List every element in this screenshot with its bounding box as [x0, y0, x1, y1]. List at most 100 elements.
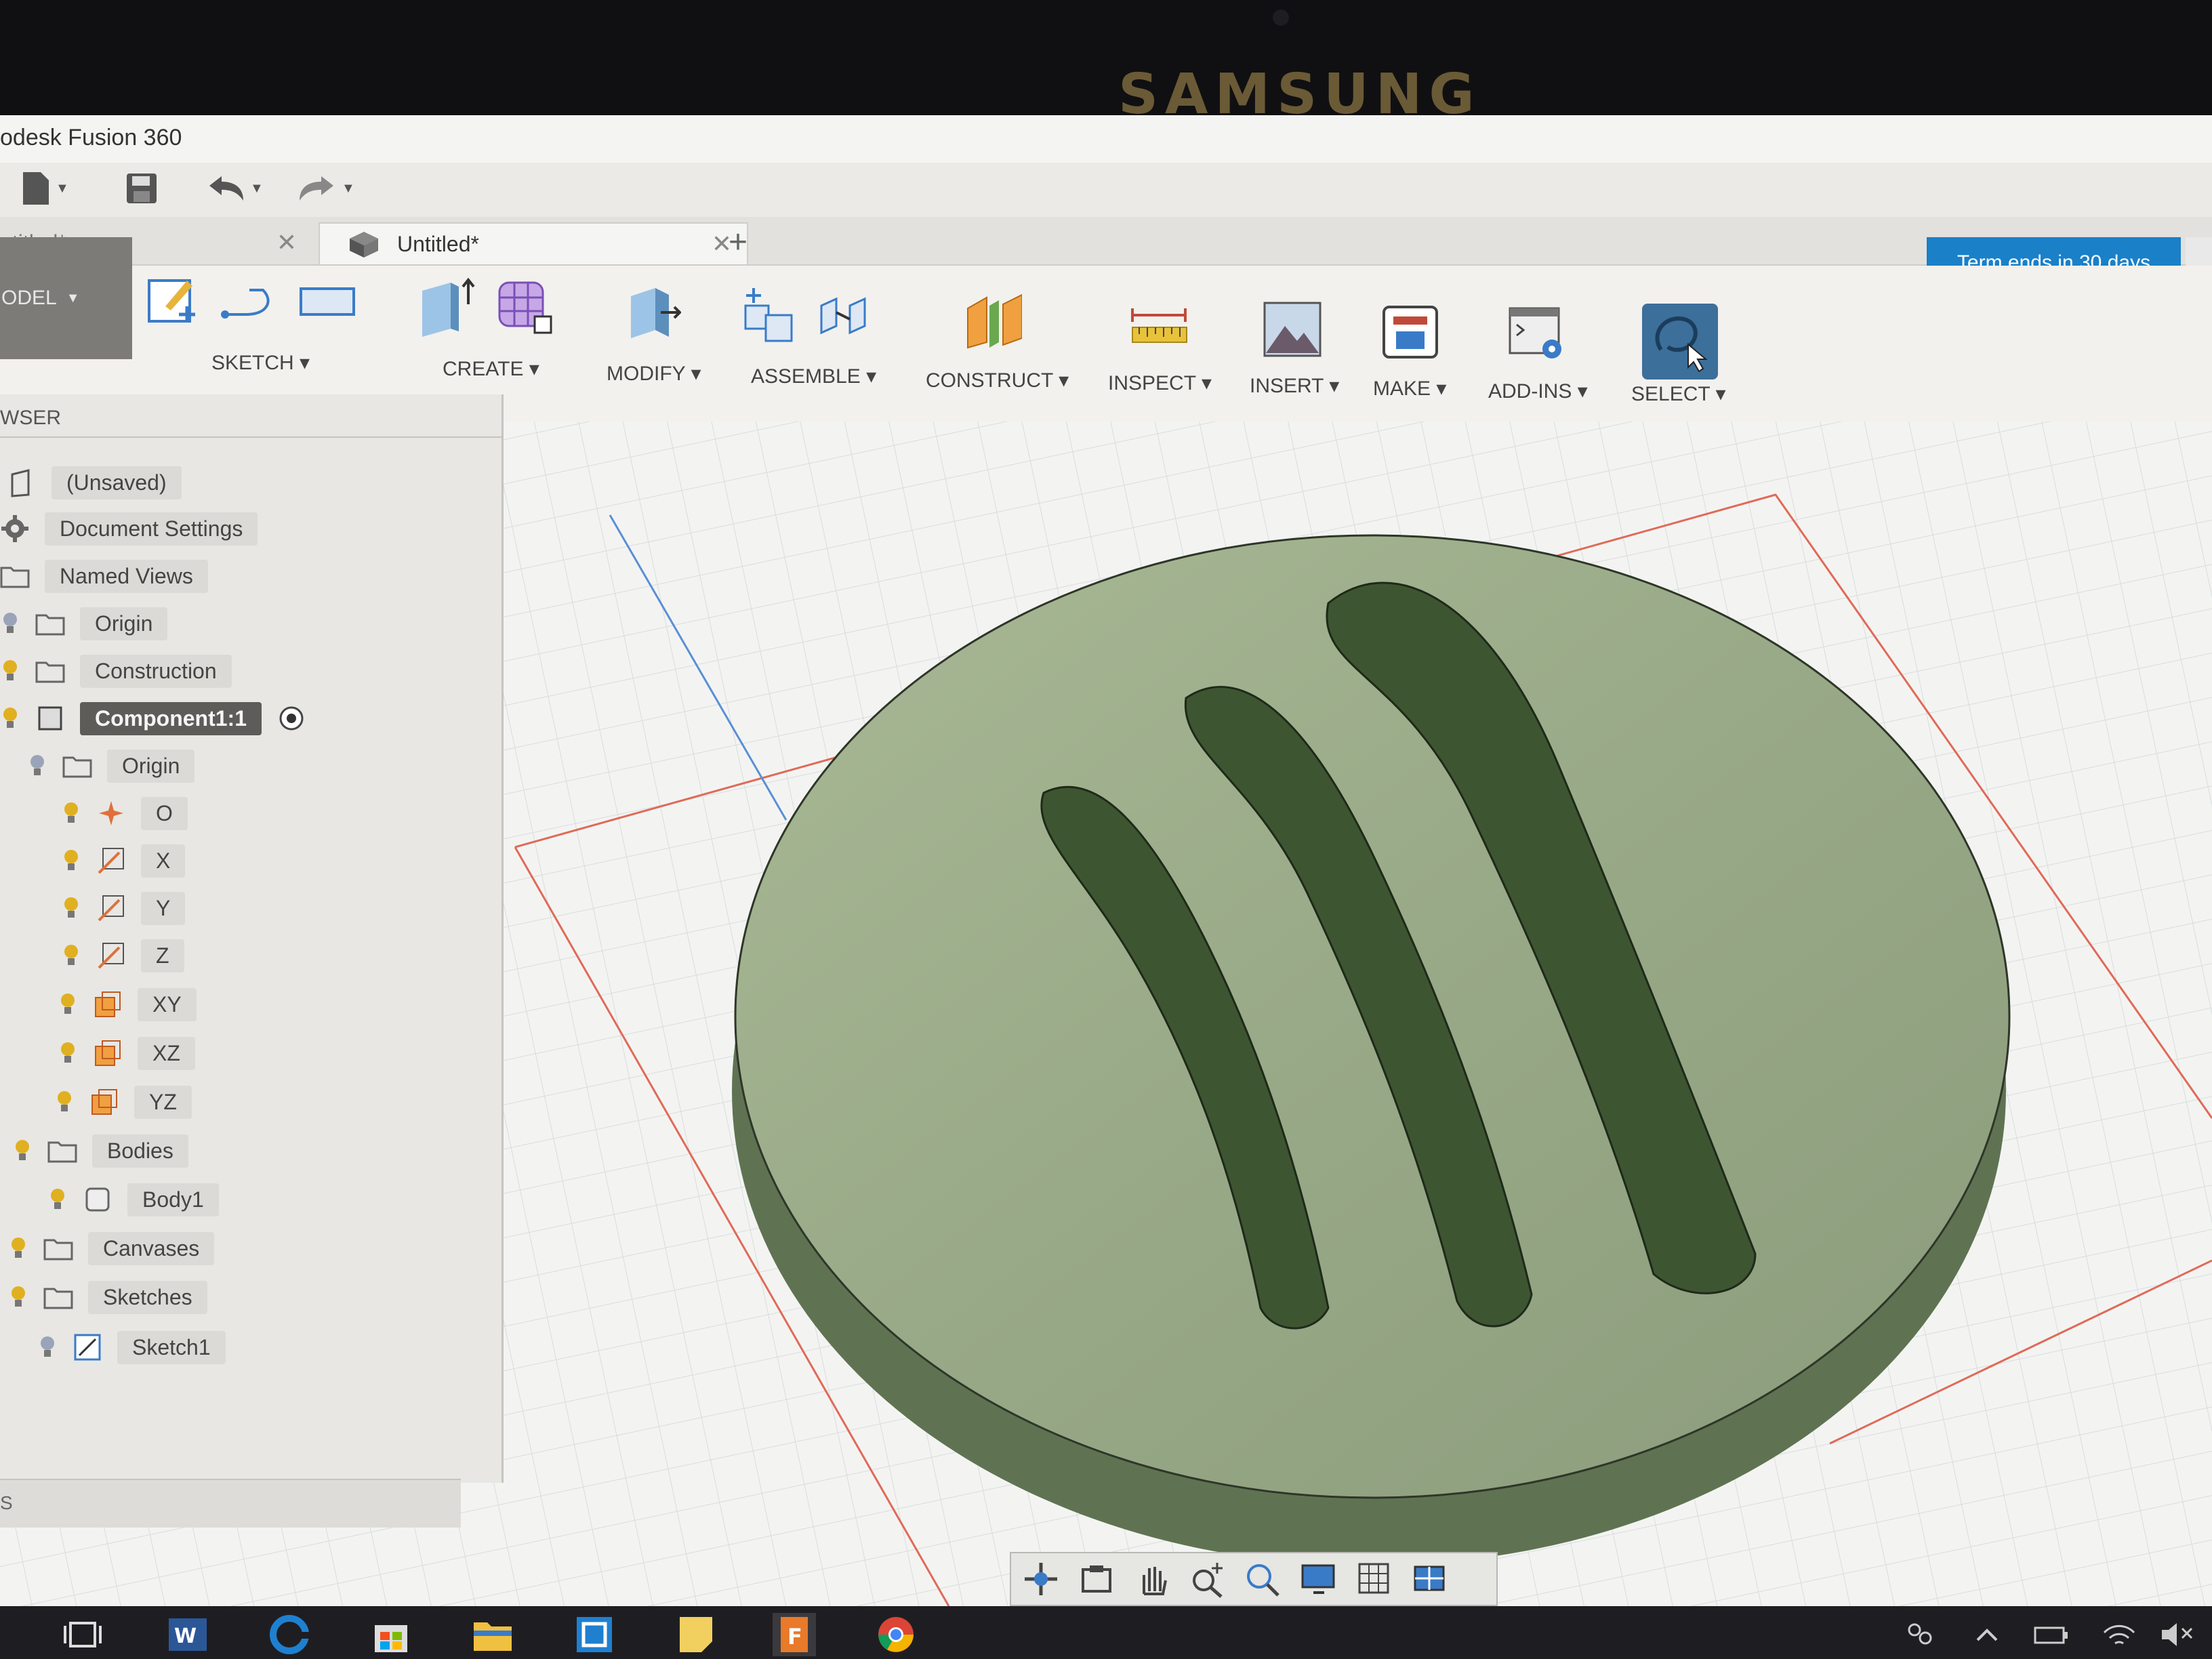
- people-icon[interactable]: [1898, 1613, 1941, 1656]
- wifi-icon[interactable]: [2097, 1613, 2141, 1656]
- close-icon[interactable]: ✕: [276, 228, 297, 257]
- svg-text:W: W: [174, 1624, 197, 1648]
- grid-settings-button[interactable]: [1354, 1559, 1395, 1599]
- visibility-lightbulb-icon[interactable]: [58, 991, 78, 1018]
- visibility-lightbulb-icon[interactable]: [8, 1235, 28, 1262]
- store-app-icon[interactable]: [369, 1613, 413, 1656]
- file-menu-button[interactable]: ▼: [20, 169, 69, 207]
- battery-icon[interactable]: [2030, 1613, 2073, 1656]
- rectangle-tool-button[interactable]: [297, 271, 356, 331]
- visibility-lightbulb-icon[interactable]: [0, 657, 20, 684]
- construct-menu-label[interactable]: CONSTRUCT ▾: [926, 369, 1069, 392]
- tree-item-sketches[interactable]: Sketches: [8, 1277, 207, 1317]
- tree-item-label: XZ: [138, 1036, 195, 1070]
- insert-canvas-button[interactable]: [1262, 300, 1322, 359]
- app-icon-blue[interactable]: [573, 1613, 616, 1656]
- new-tab-plus-icon[interactable]: +: [729, 224, 747, 261]
- edge-browser-icon[interactable]: [268, 1613, 311, 1656]
- tree-item-canvases[interactable]: Canvases: [8, 1228, 215, 1269]
- offset-plane-button[interactable]: [962, 289, 1022, 349]
- tree-item-bodies[interactable]: Bodies: [12, 1130, 188, 1171]
- volume-muted-icon[interactable]: [2155, 1613, 2198, 1656]
- tree-item-plane-yz[interactable]: YZ: [54, 1082, 192, 1122]
- display-settings-button[interactable]: [1298, 1559, 1339, 1599]
- look-at-button[interactable]: [1076, 1559, 1117, 1599]
- task-view-icon[interactable]: [61, 1613, 104, 1656]
- press-pull-button[interactable]: [621, 283, 681, 343]
- tree-item-document[interactable]: (Unsaved): [7, 462, 182, 503]
- visibility-lightbulb-icon[interactable]: [61, 895, 81, 922]
- 3d-print-button[interactable]: [1380, 302, 1439, 362]
- measure-button[interactable]: [1128, 297, 1188, 356]
- assemble-menu-label[interactable]: ASSEMBLE ▾: [751, 365, 876, 388]
- browser-header[interactable]: WSER: [0, 394, 501, 438]
- visibility-lightbulb-icon[interactable]: [37, 1334, 58, 1361]
- tree-item-label: Body1: [127, 1183, 219, 1216]
- toolbar-group-inspect: INSPECT ▾: [1101, 266, 1223, 415]
- make-menu-label[interactable]: MAKE ▾: [1373, 377, 1446, 401]
- chrome-browser-icon[interactable]: [874, 1613, 918, 1656]
- inspect-menu-label[interactable]: INSPECT ▾: [1108, 371, 1212, 395]
- tab-untitled-active[interactable]: Untitled* ✕: [319, 222, 748, 264]
- zoom-button[interactable]: [1187, 1559, 1228, 1599]
- pan-button[interactable]: [1132, 1559, 1172, 1599]
- new-component-button[interactable]: [739, 286, 798, 346]
- workspace-label: ODEL: [1, 287, 57, 309]
- comments-panel-bar[interactable]: S: [0, 1479, 461, 1528]
- fusion360-app-icon[interactable]: F: [773, 1613, 816, 1656]
- visibility-lightbulb-icon[interactable]: [8, 1284, 28, 1311]
- tree-item-axis-y[interactable]: Y: [61, 888, 186, 928]
- visibility-lightbulb-icon[interactable]: [54, 1088, 75, 1115]
- visibility-lightbulb-icon[interactable]: [61, 800, 81, 827]
- line-tool-button[interactable]: [220, 271, 279, 331]
- word-app-icon[interactable]: W: [166, 1613, 209, 1656]
- insert-menu-label[interactable]: INSERT ▾: [1250, 374, 1339, 398]
- visibility-lightbulb-icon[interactable]: [58, 1040, 78, 1067]
- tree-item-plane-xy[interactable]: XY: [58, 984, 197, 1025]
- viewports-button[interactable]: [1410, 1559, 1450, 1599]
- chevron-up-icon[interactable]: [1965, 1613, 2009, 1656]
- visibility-lightbulb-icon[interactable]: [61, 847, 81, 874]
- visibility-lightbulb-icon[interactable]: [0, 610, 20, 637]
- form-button[interactable]: [494, 278, 554, 337]
- fit-button[interactable]: [1243, 1559, 1284, 1599]
- modify-menu-label[interactable]: MODIFY ▾: [607, 362, 701, 386]
- tree-item-construction[interactable]: Construction: [0, 651, 232, 691]
- sticky-notes-icon[interactable]: [674, 1613, 718, 1656]
- visibility-lightbulb-icon[interactable]: [27, 752, 47, 779]
- tree-item-document-settings[interactable]: Document Settings: [0, 508, 258, 549]
- screen: odesk Fusion 360 ▼ ▼ ▼ ntitled* ✕ Untitl…: [0, 115, 2212, 1606]
- tree-item-component-origin[interactable]: Origin: [27, 745, 195, 786]
- tree-item-plane-xz[interactable]: XZ: [58, 1033, 195, 1073]
- tree-item-sketch1[interactable]: Sketch1: [37, 1327, 226, 1368]
- sketch-menu-label[interactable]: SKETCH ▾: [211, 351, 310, 375]
- visibility-lightbulb-icon[interactable]: [61, 942, 81, 969]
- undo-button[interactable]: ▼: [207, 169, 264, 207]
- tree-item-origin-root[interactable]: Origin: [0, 603, 168, 644]
- visibility-lightbulb-icon[interactable]: [12, 1137, 33, 1164]
- tree-item-axis-x[interactable]: X: [61, 840, 186, 881]
- addins-menu-label[interactable]: ADD-INS ▾: [1488, 380, 1588, 403]
- tree-item-component1[interactable]: Component1:1: [0, 698, 306, 739]
- save-button[interactable]: [125, 169, 158, 207]
- activate-radio-icon[interactable]: [276, 703, 306, 733]
- select-tool-button[interactable]: [1642, 304, 1718, 380]
- create-menu-label[interactable]: CREATE ▾: [443, 357, 539, 381]
- workspace-switcher[interactable]: ODEL ▼: [0, 237, 132, 359]
- tree-item-origin-point[interactable]: O: [61, 793, 188, 834]
- joint-icon: [820, 297, 866, 335]
- joint-button[interactable]: [816, 286, 876, 346]
- select-menu-label[interactable]: SELECT ▾: [1631, 382, 1726, 406]
- visibility-lightbulb-icon[interactable]: [47, 1186, 68, 1213]
- extrude-button[interactable]: [417, 277, 476, 337]
- grid-icon: [1358, 1563, 1389, 1594]
- create-sketch-button[interactable]: [142, 271, 202, 331]
- scripts-addins-button[interactable]: [1507, 304, 1567, 363]
- file-explorer-icon[interactable]: [471, 1613, 514, 1656]
- visibility-lightbulb-icon[interactable]: [0, 705, 20, 732]
- tree-item-body1[interactable]: Body1: [47, 1179, 219, 1220]
- tree-item-axis-z[interactable]: Z: [61, 935, 184, 976]
- tree-item-named-views[interactable]: Named Views: [0, 556, 208, 596]
- redo-button[interactable]: ▼: [298, 169, 355, 207]
- orbit-button[interactable]: [1021, 1559, 1061, 1599]
